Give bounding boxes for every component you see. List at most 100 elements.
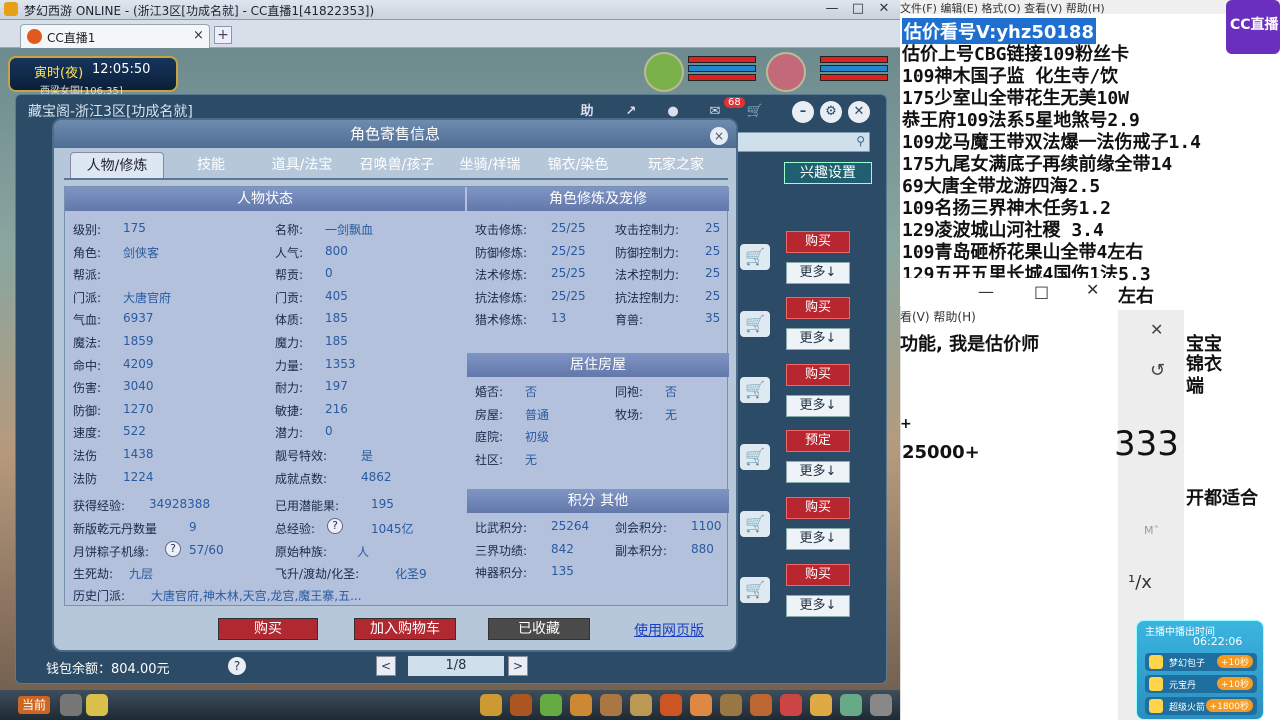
mooncake-value: 57/60 xyxy=(189,543,224,557)
gift-time: +10秒 xyxy=(1217,655,1253,668)
gift-row[interactable]: 梦幻包子 +10秒 xyxy=(1145,653,1257,671)
cart-icon[interactable]: 🛒 xyxy=(740,244,770,270)
reciprocal-button[interactable]: ¹/x xyxy=(1128,572,1152,593)
tab-close-icon[interactable]: × xyxy=(193,28,204,43)
gift-row[interactable]: 超级火箭 +1800秒 xyxy=(1145,697,1257,715)
next-page-button[interactable]: > xyxy=(508,656,528,676)
cultivation-label: 攻击修炼: xyxy=(475,223,528,237)
hobby-settings-button[interactable]: 兴趣设置 xyxy=(784,162,872,184)
status-value: 197 xyxy=(325,379,348,394)
gift-row[interactable]: 元宝丹 +10秒 xyxy=(1145,675,1257,693)
window-title: 梦幻西游 ONLINE - (浙江3区[功成名就] - CC直播1[418223… xyxy=(24,4,375,18)
gift-time: +10秒 xyxy=(1217,677,1253,690)
maximize-button[interactable]: □ xyxy=(846,1,870,17)
status-label: 力量: xyxy=(275,358,304,373)
calc-minimize-button[interactable]: — xyxy=(978,282,994,301)
skill-icon[interactable] xyxy=(570,694,592,716)
tab-items[interactable]: 道具/法宝 xyxy=(260,152,344,178)
close-window-button[interactable]: ✕ xyxy=(872,1,896,17)
gift-name: 超级火箭 xyxy=(1169,703,1206,713)
wallet-help-icon[interactable]: ? xyxy=(228,657,246,675)
more-button[interactable]: 更多↓ xyxy=(786,395,850,417)
points-value: 1100 xyxy=(691,519,722,533)
reserve-button[interactable]: 预定 xyxy=(786,430,850,452)
minimize-button[interactable]: — xyxy=(820,1,844,17)
status-label: 防御: xyxy=(73,403,102,418)
status-label: 人气: xyxy=(275,245,304,260)
map-icon[interactable] xyxy=(840,694,862,716)
side-text-4: 开都适合 xyxy=(1186,488,1258,509)
buy-button[interactable]: 购买 xyxy=(786,497,850,519)
more-button[interactable]: 更多↓ xyxy=(786,528,850,550)
status-value: 522 xyxy=(123,424,146,439)
item-icon[interactable] xyxy=(480,694,502,716)
buy-button[interactable]: 购买 xyxy=(786,564,850,586)
search-icon[interactable]: ⚲ xyxy=(856,134,865,148)
buy-button[interactable]: 购买 xyxy=(786,231,850,253)
gear-icon[interactable]: ⚙ xyxy=(820,101,842,123)
emote-icon[interactable] xyxy=(810,694,832,716)
buy-button[interactable]: 购买 xyxy=(218,618,318,640)
player-avatar-icon[interactable] xyxy=(766,52,806,92)
mail-icon[interactable] xyxy=(690,694,712,716)
calc-maximize-button[interactable]: □ xyxy=(1034,282,1049,301)
system-icon[interactable] xyxy=(720,694,742,716)
cultivation-value: 25/25 xyxy=(551,288,586,303)
tab-skills[interactable]: 技能 xyxy=(178,152,244,178)
favorited-button[interactable]: 已收藏 xyxy=(488,618,590,640)
tab-costume[interactable]: 锦衣/染色 xyxy=(538,152,618,178)
close-icon[interactable]: ✕ xyxy=(848,101,870,123)
add-to-cart-button[interactable]: 加入购物车 xyxy=(354,618,456,640)
minimize-icon[interactable]: – xyxy=(792,101,814,123)
mic-icon[interactable] xyxy=(60,694,82,716)
cart-icon[interactable]: 🛒 xyxy=(740,577,770,603)
status-value: 1270 xyxy=(123,401,154,416)
mooncake-help-icon[interactable]: ? xyxy=(165,541,181,557)
cart-icon[interactable]: 🛒 xyxy=(740,377,770,403)
close-icon[interactable]: ✕ xyxy=(1150,320,1163,339)
settings-icon[interactable] xyxy=(870,694,892,716)
more-button[interactable]: 更多↓ xyxy=(786,262,850,284)
buy-button[interactable]: 购买 xyxy=(786,297,850,319)
notepad-menubar[interactable]: 文件(F) 编辑(E) 格式(O) 查看(V) 帮助(H) xyxy=(900,0,1280,15)
web-version-link[interactable]: 使用网页版 xyxy=(634,620,704,640)
cart-icon[interactable]: 🛒 xyxy=(740,311,770,337)
new-tab-button[interactable]: + xyxy=(214,26,232,44)
quest-icon[interactable] xyxy=(600,694,622,716)
more-button[interactable]: 更多↓ xyxy=(786,461,850,483)
prev-page-button[interactable]: < xyxy=(376,656,396,676)
status-label: 名称: xyxy=(275,223,304,237)
dialog-close-icon[interactable]: × xyxy=(710,127,728,145)
bag-icon[interactable] xyxy=(510,694,532,716)
tab-mounts[interactable]: 坐骑/祥瑞 xyxy=(450,152,530,178)
cultivation-label: 抗法控制力: xyxy=(615,290,680,305)
tab-home[interactable]: 玩家之家 xyxy=(634,152,718,178)
qian-label: 新版乾元丹数量 xyxy=(73,522,158,536)
tab-character[interactable]: 人物/修炼 xyxy=(70,152,164,178)
cart-icon[interactable]: 🛒 xyxy=(744,101,766,123)
current-channel-button[interactable]: 当前 xyxy=(18,696,50,714)
shop-icon[interactable] xyxy=(750,694,772,716)
event-icon[interactable] xyxy=(780,694,802,716)
calc-menubar[interactable]: 看(V) 帮助(H) xyxy=(900,308,1118,326)
total-exp-help-icon[interactable]: ? xyxy=(327,518,343,534)
buy-button[interactable]: 购买 xyxy=(786,364,850,386)
more-button[interactable]: 更多↓ xyxy=(786,328,850,350)
friends-icon[interactable] xyxy=(630,694,652,716)
team-icon[interactable] xyxy=(540,694,562,716)
cart-icon[interactable]: 🛒 xyxy=(740,444,770,470)
calc-close-button[interactable]: ✕ xyxy=(1086,280,1099,299)
tab-summons[interactable]: 召唤兽/孩子 xyxy=(350,152,444,178)
history-icon[interactable]: ↺ xyxy=(1150,360,1165,381)
history-label: 历史门派: xyxy=(73,589,126,603)
tab-cc-live[interactable]: CC直播1 × xyxy=(20,24,210,48)
memory-label[interactable]: Mˆ xyxy=(1144,524,1159,537)
search-input[interactable]: ⚲ xyxy=(720,132,870,152)
chat-icon[interactable] xyxy=(86,694,108,716)
guild-icon[interactable] xyxy=(660,694,682,716)
pet-avatar-icon[interactable] xyxy=(644,52,684,92)
cultivation-value: 25 xyxy=(705,288,721,303)
more-button[interactable]: 更多↓ xyxy=(786,595,850,617)
cart-icon[interactable]: 🛒 xyxy=(740,511,770,537)
points-label: 副本积分: xyxy=(615,543,668,558)
